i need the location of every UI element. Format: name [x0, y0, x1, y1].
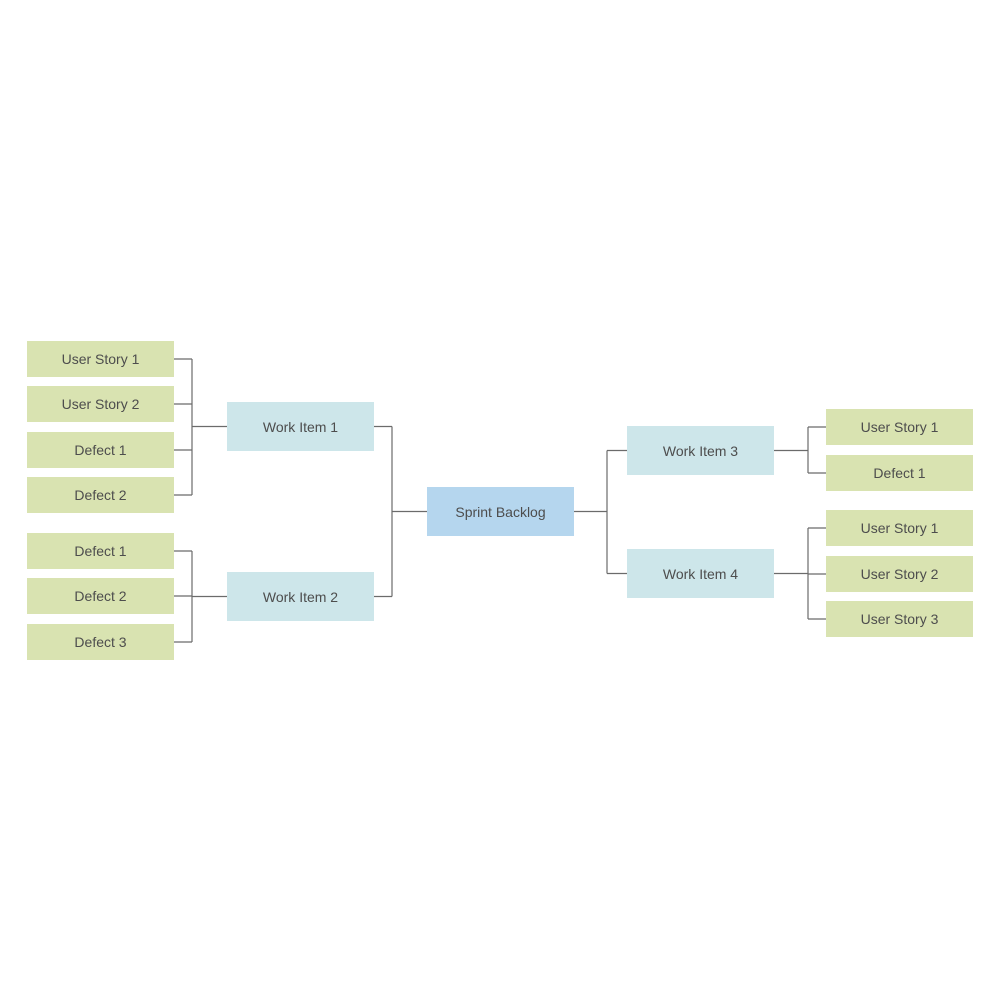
work-item-node[interactable]: Work Item 2 — [227, 572, 374, 621]
user-story-node[interactable]: User Story 1 — [826, 510, 973, 546]
leaf-label: Defect 3 — [74, 634, 127, 650]
root-node-sprint-backlog[interactable]: Sprint Backlog — [427, 487, 574, 536]
defect-node[interactable]: Defect 1 — [27, 533, 174, 569]
user-story-node[interactable]: User Story 1 — [826, 409, 973, 445]
leaf-label: User Story 1 — [860, 419, 939, 435]
leaf-label: Defect 1 — [74, 442, 127, 458]
work-item-label: Work Item 3 — [662, 442, 739, 459]
defect-node[interactable]: Defect 2 — [27, 477, 174, 513]
sprint-backlog-diagram: Sprint Backlog Work Item 1 User Story 1 Us… — [0, 0, 1000, 1000]
root-label: Sprint Backlog — [455, 503, 546, 520]
leaf-label: User Story 3 — [860, 611, 939, 627]
work-item-label: Work Item 4 — [662, 565, 739, 582]
leaf-label: Defect 2 — [74, 588, 127, 604]
work-item-node[interactable]: Work Item 3 — [627, 426, 774, 475]
leaf-label: User Story 2 — [860, 566, 939, 582]
defect-node[interactable]: Defect 1 — [826, 455, 973, 491]
leaf-label: Defect 1 — [873, 465, 926, 481]
user-story-node[interactable]: User Story 1 — [27, 341, 174, 377]
work-item-label: Work Item 1 — [262, 418, 339, 435]
work-item-node[interactable]: Work Item 1 — [227, 402, 374, 451]
leaf-label: User Story 2 — [61, 396, 140, 412]
user-story-node[interactable]: User Story 2 — [27, 386, 174, 422]
leaf-label: Defect 2 — [74, 487, 127, 503]
leaf-label: Defect 1 — [74, 543, 127, 559]
defect-node[interactable]: Defect 1 — [27, 432, 174, 468]
user-story-node[interactable]: User Story 2 — [826, 556, 973, 592]
leaf-label: User Story 1 — [61, 351, 140, 367]
defect-node[interactable]: Defect 3 — [27, 624, 174, 660]
defect-node[interactable]: Defect 2 — [27, 578, 174, 614]
work-item-label: Work Item 2 — [262, 588, 339, 605]
leaf-label: User Story 1 — [860, 520, 939, 536]
user-story-node[interactable]: User Story 3 — [826, 601, 973, 637]
work-item-node[interactable]: Work Item 4 — [627, 549, 774, 598]
